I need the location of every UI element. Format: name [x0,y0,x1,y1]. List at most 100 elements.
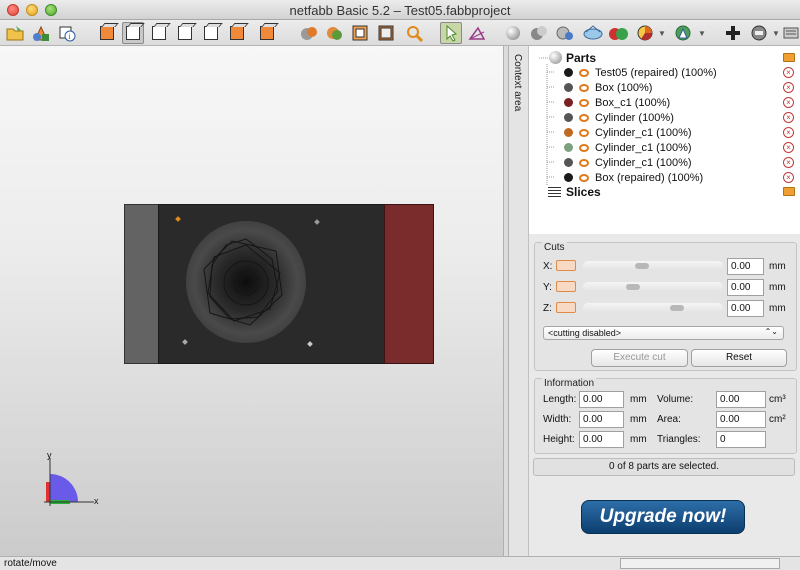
visibility-eye-icon[interactable] [579,173,589,182]
zoom-icon[interactable] [404,22,426,44]
visibility-eye-icon[interactable] [579,158,589,167]
frame-icon[interactable] [376,22,398,44]
length-field[interactable]: 0.00 [579,391,624,408]
cut-value-field[interactable]: 0.00 [727,258,764,275]
cylinder-disc[interactable] [186,221,306,343]
width-field[interactable]: 0.00 [579,411,624,428]
folder-icon[interactable] [783,187,795,196]
view-front-icon[interactable] [96,22,118,44]
add-part-icon[interactable] [30,22,52,44]
visibility-eye-icon[interactable] [579,83,589,92]
status-mode-text: rotate/move [4,558,57,569]
color-spheres-icon[interactable] [608,22,630,44]
visibility-eye-icon[interactable] [579,143,589,152]
remove-part-icon[interactable]: × [783,97,794,108]
area-field[interactable]: 0.00 [716,411,766,428]
options-icon[interactable] [782,22,800,44]
settings-icon[interactable] [748,22,770,44]
wireframe-icon[interactable] [582,22,604,44]
remove-part-icon[interactable]: × [783,82,794,93]
box-c1-part[interactable] [384,204,434,364]
add-icon[interactable] [722,22,744,44]
cut-slider-knob[interactable] [670,305,684,311]
remove-part-icon[interactable]: × [783,67,794,78]
frame-icon[interactable] [350,22,372,44]
cut-value-field[interactable]: 0.00 [727,300,764,317]
part-name: Cylinder (100%) [595,111,674,124]
remove-part-icon[interactable]: × [783,172,794,183]
window-title: netfabb Basic 5.2 – Test05.fabbproject [289,3,511,18]
cut-slider[interactable] [583,303,723,313]
context-area-tab[interactable]: Context area [509,46,529,556]
volume-field[interactable]: 0.00 [716,391,766,408]
tree-root-slices[interactable]: Slices [529,184,800,199]
remove-part-icon[interactable]: × [783,142,794,153]
remove-part-icon[interactable]: × [783,157,794,168]
slices-label: Slices [566,184,601,199]
cutting-mode-select[interactable]: <cutting disabled> ⌃⌄ [543,326,784,340]
part-info-icon[interactable]: i [56,22,78,44]
tree-part-row[interactable]: Box (repaired) (100%) × [529,170,800,185]
view-bottom-icon[interactable] [226,22,248,44]
execute-cut-button[interactable]: Execute cut [591,349,688,367]
status-bar: rotate/move [0,556,800,570]
view-left-icon[interactable] [148,22,170,44]
part-color-swatch [564,128,573,137]
cut-unit: mm [769,261,786,272]
reset-button[interactable]: Reset [691,349,787,367]
folder-icon[interactable] [783,53,795,62]
cut-slider[interactable] [583,261,723,271]
tree-part-row[interactable]: Box_c1 (100%) × [529,95,800,110]
part-name: Box (100%) [595,81,653,94]
cut-axis-toggle[interactable] [556,281,576,292]
tree-part-row[interactable]: Box (100%) × [529,80,800,95]
part-name: Cylinder_c1 (100%) [595,156,692,169]
sphere-gray-icon[interactable] [502,22,524,44]
visibility-eye-icon[interactable] [579,128,589,137]
visibility-eye-icon[interactable] [579,113,589,122]
sphere-dual-icon[interactable] [528,22,550,44]
cut-axis-toggle[interactable] [556,302,576,313]
view-iso-icon[interactable] [256,22,278,44]
axis-y-label: y [47,450,52,460]
sphere-transparent-icon[interactable] [554,22,576,44]
upgrade-now-button[interactable]: Upgrade now! [581,500,745,534]
triangles-field[interactable]: 0 [716,431,766,448]
height-field[interactable]: 0.00 [579,431,624,448]
tree-part-row[interactable]: Cylinder_c1 (100%) × [529,125,800,140]
box-part[interactable] [124,204,160,364]
part-name: Cylinder_c1 (100%) [595,126,692,139]
part-color-swatch [564,98,573,107]
open-project-icon[interactable] [4,22,26,44]
remove-part-icon[interactable]: × [783,127,794,138]
remove-part-icon[interactable]: × [783,112,794,123]
cut-axis-label: Y: [543,282,552,293]
repair-icon[interactable] [672,22,694,44]
visibility-eye-icon[interactable] [579,68,589,77]
cut-slider-knob[interactable] [626,284,640,290]
cut-value-field[interactable]: 0.00 [727,279,764,296]
axis-indicator: y x [38,450,108,512]
cut-slider[interactable] [583,282,723,292]
visibility-eye-icon[interactable] [579,98,589,107]
shade-icon[interactable] [298,22,320,44]
tree-root-parts[interactable]: Parts [529,50,800,65]
view-back-icon[interactable] [122,22,144,44]
cut-axis-toggle[interactable] [556,260,576,271]
tree-part-row[interactable]: Cylinder_c1 (100%) × [529,140,800,155]
3d-viewport[interactable]: y x [0,46,503,556]
parts-tree: Parts Test05 (repaired) (100%) × Box (100%… [529,46,800,234]
rotate-icon[interactable] [466,22,488,44]
cut-slider-knob[interactable] [635,263,649,269]
texture-icon[interactable] [324,22,346,44]
tree-part-row[interactable]: Test05 (repaired) (100%) × [529,65,800,80]
part-name: Cylinder_c1 (100%) [595,141,692,154]
right-panel: Parts Test05 (repaired) (100%) × Box (100%… [529,46,800,556]
view-top-icon[interactable] [200,22,222,44]
select-arrow-icon[interactable] [440,22,462,44]
view-right-icon[interactable] [174,22,196,44]
tree-part-row[interactable]: Cylinder_c1 (100%) × [529,155,800,170]
volume-unit: cm³ [769,394,786,405]
pie-icon[interactable] [634,22,656,44]
tree-part-row[interactable]: Cylinder (100%) × [529,110,800,125]
